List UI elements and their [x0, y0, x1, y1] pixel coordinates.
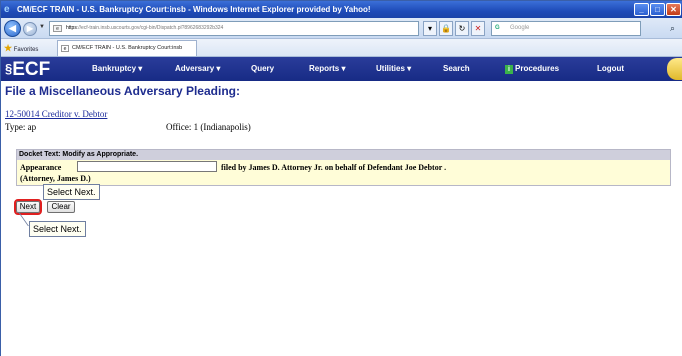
back-button[interactable]: ◀: [4, 20, 21, 37]
favorites-button[interactable]: ★ Favorites: [4, 41, 38, 57]
window-title-bar: e CM/ECF TRAIN - U.S. Bankruptcy Court:i…: [1, 1, 682, 18]
refresh-icon[interactable]: ↻: [455, 21, 469, 36]
instruction-callout: Select Next.: [43, 184, 100, 200]
appearance-label: Appearance: [20, 163, 62, 172]
maximize-button[interactable]: □: [650, 3, 665, 16]
close-button[interactable]: ✕: [666, 3, 681, 16]
docket-header: Docket Text: Modify as Appropriate.: [17, 150, 670, 160]
favorites-label: Favorites: [13, 47, 39, 53]
internet-explorer-icon: e: [4, 4, 10, 15]
address-bar-row: ◀ ▶ ▼ e https://ecf-train.insb.uscourts.…: [1, 18, 682, 39]
browser-tab[interactable]: e CM/ECF TRAIN - U.S. Bankruptcy Court:i…: [57, 40, 197, 56]
page-favicon-icon: e: [53, 25, 62, 32]
tab-favicon-icon: e: [61, 45, 69, 52]
docket-text-panel: Docket Text: Modify as Appropriate. Appe…: [16, 149, 671, 186]
menu-query[interactable]: Query: [251, 57, 274, 81]
star-icon: ★: [4, 43, 13, 53]
info-icon: i: [505, 65, 513, 74]
menu-utilities[interactable]: Utilities ▾: [376, 57, 411, 81]
search-icon[interactable]: ⌕: [665, 21, 680, 36]
menu-adversary[interactable]: Adversary ▾: [175, 57, 220, 81]
case-type: Type: ap: [5, 122, 37, 132]
attorney-text: (Attorney, James D.): [20, 174, 91, 183]
window-title: CM/ECF TRAIN - U.S. Bankruptcy Court:ins…: [17, 5, 371, 14]
menu-reports[interactable]: Reports ▾: [309, 57, 345, 81]
case-link[interactable]: 12-50014 Creditor v. Debtor: [5, 109, 107, 119]
favorites-bar: ★ Favorites e CM/ECF TRAIN - U.S. Bankru…: [1, 39, 682, 57]
google-icon: G: [495, 25, 500, 31]
menu-search[interactable]: Search: [443, 57, 470, 81]
dropdown-icon[interactable]: ▾: [423, 21, 437, 36]
case-office: Office: 1 (Indianapolis): [166, 122, 251, 132]
ecf-logo[interactable]: §ECF: [5, 58, 50, 81]
url-text: ://ecf-train.insb.uscourts.gov/cgi-bin/D…: [76, 25, 224, 31]
address-input[interactable]: e https://ecf-train.insb.uscourts.gov/cg…: [49, 21, 419, 36]
menu-logout[interactable]: Logout: [597, 57, 624, 81]
forward-button[interactable]: ▶: [23, 22, 37, 36]
filed-by-text: filed by James D. Attorney Jr. on behalf…: [221, 163, 447, 172]
instruction-callout-next: Select Next.: [29, 221, 86, 237]
appearance-input[interactable]: [77, 161, 217, 172]
help-icon[interactable]: [667, 58, 682, 80]
search-placeholder: Google: [510, 25, 530, 31]
history-dropdown-icon[interactable]: ▼: [39, 24, 46, 32]
minimize-button[interactable]: _: [634, 3, 649, 16]
window-controls: _ □ ✕: [634, 3, 681, 16]
clear-button[interactable]: Clear: [47, 201, 75, 213]
ecf-navigation-bar: §ECF Bankruptcy ▾ Adversary ▾ Query Repo…: [1, 57, 682, 81]
browser-window: e CM/ECF TRAIN - U.S. Bankruptcy Court:i…: [0, 0, 682, 356]
page-title: File a Miscellaneous Adversary Pleading:: [5, 84, 240, 98]
tab-title: CM/ECF TRAIN - U.S. Bankruptcy Court:ins…: [72, 45, 183, 51]
lock-icon[interactable]: 🔒: [439, 21, 453, 36]
address-actions: ▾ 🔒 ↻ ✕: [423, 21, 485, 36]
search-input[interactable]: G Google: [491, 21, 641, 36]
page-content: File a Miscellaneous Adversary Pleading:…: [1, 81, 682, 356]
menu-procedures[interactable]: i Procedures: [505, 57, 559, 81]
stop-icon[interactable]: ✕: [471, 21, 485, 36]
menu-bankruptcy[interactable]: Bankruptcy ▾: [92, 57, 142, 81]
url-scheme: https: [66, 25, 77, 31]
